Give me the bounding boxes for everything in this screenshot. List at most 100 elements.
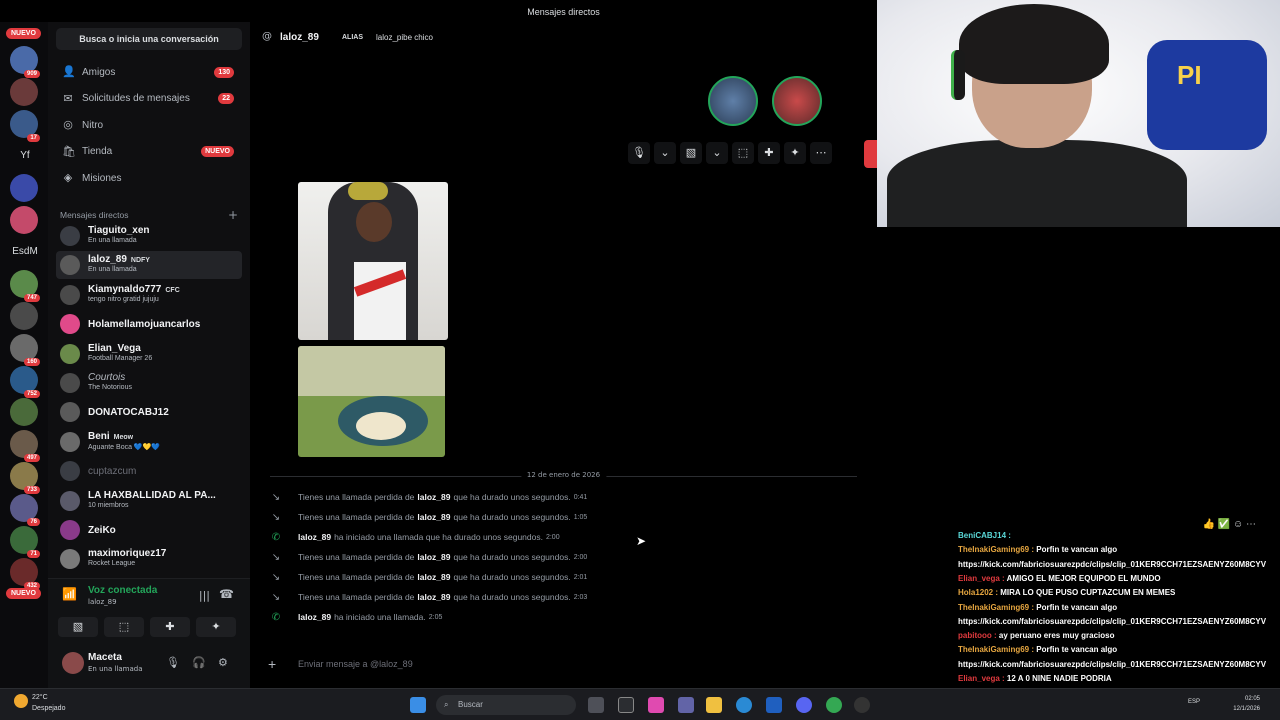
dm-name: cuptazcum bbox=[88, 466, 137, 478]
file-explorer-icon[interactable] bbox=[706, 697, 722, 713]
chevron-down-icon[interactable]: ⌄ bbox=[706, 142, 728, 164]
dm-item[interactable]: Courtois The Notorious bbox=[56, 369, 242, 397]
soundboard-button[interactable]: ✦ bbox=[196, 617, 236, 637]
soundboard-icon[interactable]: ✦ bbox=[784, 142, 806, 164]
dm-item[interactable]: laloz_89 NDFY En una llamada bbox=[56, 251, 242, 280]
screen-share-icon[interactable]: ⬚ bbox=[732, 142, 754, 164]
dm-item[interactable]: DONATOCABJ12 bbox=[56, 398, 242, 426]
nav-item[interactable]: 👤 Amigos 130 bbox=[56, 60, 242, 84]
task-view-icon[interactable] bbox=[588, 697, 604, 713]
avatar bbox=[60, 373, 80, 393]
nav-item[interactable]: ◈ Misiones bbox=[56, 166, 242, 190]
server-icon[interactable]: 733 bbox=[10, 462, 40, 494]
server-icon[interactable] bbox=[10, 78, 38, 106]
mic-icon[interactable]: 🎙 bbox=[628, 142, 650, 164]
dm-tag: NDFY bbox=[130, 257, 150, 265]
server-badge: 76 bbox=[27, 518, 40, 526]
server-icon[interactable]: 17 bbox=[10, 110, 40, 142]
dm-name: Beni bbox=[88, 430, 110, 442]
discord-icon[interactable] bbox=[796, 697, 812, 713]
nav-count-badge: 22 bbox=[218, 93, 234, 105]
call-participant-avatar[interactable] bbox=[708, 76, 758, 126]
teams-icon[interactable] bbox=[678, 697, 694, 713]
dm-item[interactable]: Kiamynaldo777 CFC tengo nitro gratid jujuj… bbox=[56, 281, 242, 309]
image-attachment[interactable] bbox=[298, 346, 445, 457]
call-icon: ✆ bbox=[271, 531, 281, 543]
nav-item[interactable]: ✉ Solicitudes de mensajes 22 bbox=[56, 87, 242, 111]
chrome-icon[interactable] bbox=[826, 697, 842, 713]
message-username[interactable]: laloz_89 bbox=[417, 592, 450, 602]
search-conversation-button[interactable]: Busca o inicia una conversación bbox=[56, 28, 242, 50]
store-icon[interactable] bbox=[766, 697, 782, 713]
obs-icon[interactable] bbox=[854, 697, 870, 713]
nav-item-label: Tienda bbox=[82, 146, 113, 158]
message-username[interactable]: laloz_89 bbox=[417, 512, 450, 522]
settings-gear-icon[interactable]: ⚙ bbox=[218, 656, 228, 669]
dm-item[interactable]: cuptazcum bbox=[56, 457, 242, 485]
windows-taskbar: 22°C Despejado ⌕ Buscar 02:05 12/1/2026 … bbox=[0, 688, 1280, 720]
message-username[interactable]: laloz_89 bbox=[417, 492, 450, 502]
dm-item[interactable]: Tiaguito_xen En una llamada bbox=[56, 222, 242, 250]
dm-item[interactable]: Beni Meow Aguante Boca 💙💛💙 bbox=[56, 428, 242, 456]
image-attachment[interactable] bbox=[298, 182, 448, 340]
dm-item[interactable]: maximoriquez17 Rocket League bbox=[56, 545, 242, 573]
headphones-icon[interactable]: 🎧 bbox=[192, 656, 206, 669]
call-log-message: ↘ Tienes una llamada perdida de laloz_89 qu… bbox=[270, 568, 860, 586]
server-icon[interactable]: 160 bbox=[10, 334, 40, 366]
nav-item[interactable]: ◎ Nitro bbox=[56, 113, 242, 137]
screen-share-button[interactable]: ⬚ bbox=[104, 617, 144, 637]
server-icon[interactable]: 432 bbox=[10, 558, 40, 590]
chevron-down-icon[interactable]: ⌄ bbox=[654, 142, 676, 164]
nav-item-label: Misiones bbox=[82, 172, 122, 184]
server-icon[interactable] bbox=[10, 174, 38, 202]
server-icon[interactable]: 909 bbox=[10, 46, 40, 78]
message-username[interactable]: laloz_89 bbox=[417, 572, 450, 582]
dm-name: laloz_89 bbox=[88, 254, 127, 266]
hangup-button[interactable] bbox=[864, 140, 877, 168]
voice-channel: laloz_89 bbox=[88, 598, 117, 606]
message-text: Tienes una llamada perdida de bbox=[298, 552, 415, 562]
add-attachment-icon[interactable]: + bbox=[268, 656, 276, 672]
message-username[interactable]: laloz_89 bbox=[298, 612, 331, 622]
camera-off-button[interactable]: ▧ bbox=[58, 617, 98, 637]
server-icon[interactable]: 76 bbox=[10, 494, 40, 526]
dm-item[interactable]: Holamellamojuancarlos bbox=[56, 310, 242, 338]
friends-icon: 👤 bbox=[62, 66, 76, 78]
dm-item[interactable]: ZeiKo bbox=[56, 516, 242, 544]
chat-username: Elian_vega : bbox=[958, 674, 1005, 683]
capcut-icon[interactable] bbox=[618, 697, 634, 713]
activities-button[interactable]: ✚ bbox=[150, 617, 190, 637]
camera-off-icon[interactable]: ▧ bbox=[680, 142, 702, 164]
activities-icon[interactable]: ✚ bbox=[758, 142, 780, 164]
more-icon[interactable]: ⋯ bbox=[810, 142, 832, 164]
edge-icon[interactable] bbox=[736, 697, 752, 713]
nav-item[interactable]: 🛍 Tienda NUEVO bbox=[56, 140, 242, 164]
avatar[interactable] bbox=[62, 652, 84, 674]
message-username[interactable]: laloz_89 bbox=[298, 532, 331, 542]
server-icon[interactable]: EsdM bbox=[8, 246, 42, 257]
soundboard-icon[interactable]: ||| bbox=[199, 589, 210, 602]
server-icon[interactable]: Yf bbox=[8, 150, 42, 161]
tray-language[interactable]: ESP bbox=[1188, 699, 1200, 705]
server-icon[interactable] bbox=[10, 206, 38, 234]
copilot-icon[interactable] bbox=[648, 697, 664, 713]
add-dm-icon[interactable]: + bbox=[228, 208, 238, 222]
server-icon[interactable]: 747 bbox=[10, 270, 40, 302]
taskbar-search[interactable]: ⌕ Buscar bbox=[436, 695, 576, 715]
disconnect-icon[interactable]: ☎ bbox=[219, 587, 234, 601]
server-icon[interactable]: 497 bbox=[10, 430, 40, 462]
nav-count-badge: 130 bbox=[214, 66, 234, 78]
server-icon[interactable] bbox=[10, 398, 38, 426]
server-icon[interactable] bbox=[10, 302, 38, 330]
server-icon[interactable]: 752 bbox=[10, 366, 40, 398]
mic-icon[interactable]: 🎙 bbox=[166, 656, 180, 669]
system-tray[interactable]: 02:05 12/1/2026 bbox=[1233, 694, 1260, 714]
server-icon[interactable]: 71 bbox=[10, 526, 40, 558]
call-participant-avatar[interactable] bbox=[772, 76, 822, 126]
dm-status: En una llamada bbox=[88, 237, 137, 244]
message-username[interactable]: laloz_89 bbox=[417, 552, 450, 562]
dm-item[interactable]: LA HAXBALLIDAD AL PA... 10 miembros bbox=[56, 487, 242, 515]
message-composer[interactable]: + Enviar mensaje a @laloz_89 bbox=[258, 652, 868, 678]
dm-item[interactable]: Elian_Vega Football Manager 26 bbox=[56, 340, 242, 368]
windows-start-icon[interactable] bbox=[410, 697, 426, 713]
